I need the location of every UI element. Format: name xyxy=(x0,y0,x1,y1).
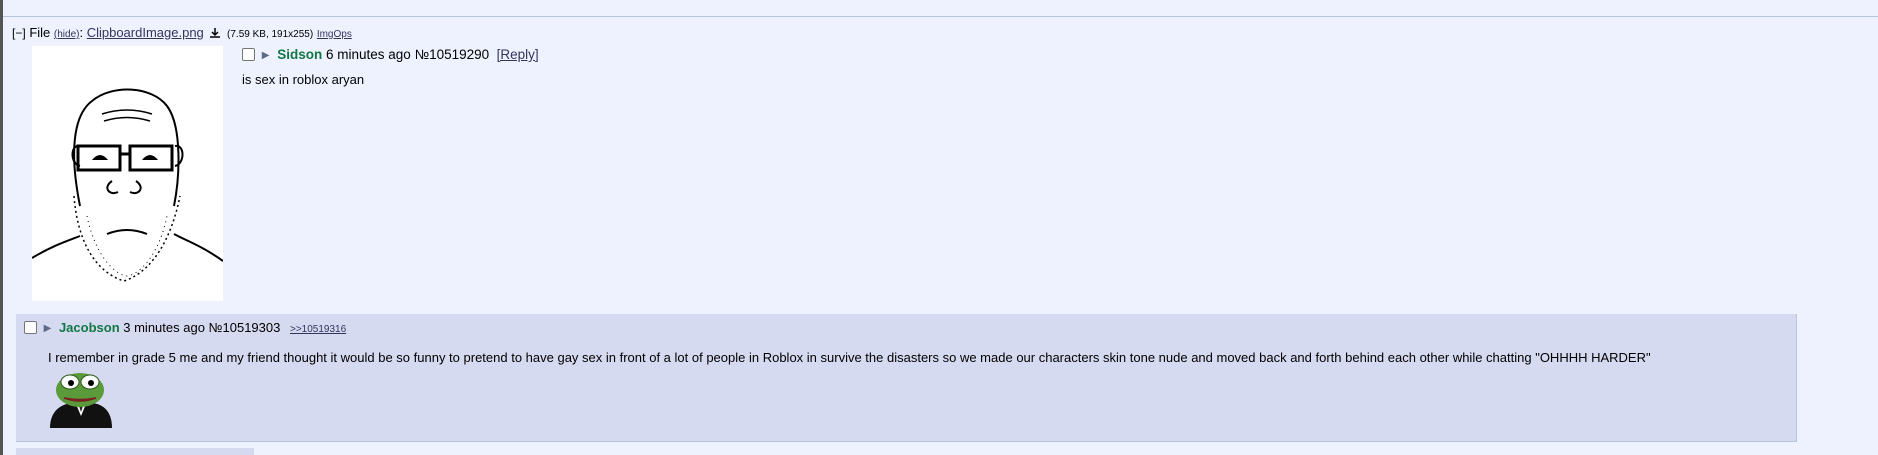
file-name-link[interactable]: ClipboardImage.png xyxy=(87,25,204,40)
hide-link[interactable]: (hide) xyxy=(54,29,80,40)
download-icon[interactable] xyxy=(209,27,221,42)
reply-post-number[interactable]: №10519303 xyxy=(209,320,281,335)
op-post-body: is sex in roblox aryan xyxy=(242,72,365,87)
imgops-link[interactable]: ImgOps xyxy=(317,29,352,40)
op-reply-link[interactable]: [Reply] xyxy=(497,47,539,62)
op-post-header: ▶ Sidson 6 minutes ago №10519290 [Reply] xyxy=(242,47,539,62)
post-menu-triangle-icon[interactable]: ▶ xyxy=(44,323,52,334)
next-reply-post xyxy=(16,448,254,455)
op-post-number[interactable]: №10519290 xyxy=(415,47,490,62)
reply-post-checkbox[interactable] xyxy=(24,321,37,334)
op-post-checkbox[interactable] xyxy=(242,48,255,61)
collapse-toggle[interactable]: [−] xyxy=(12,26,26,40)
file-meta: (7.59 KB, 191x255) xyxy=(227,29,314,40)
reply-poster-name: Jacobson xyxy=(58,320,120,335)
window-left-edge xyxy=(0,0,3,455)
op-image-soyjak[interactable] xyxy=(31,46,224,301)
op-poster-name: Sidson xyxy=(277,47,323,62)
post-menu-triangle-icon[interactable]: ▶ xyxy=(262,50,270,61)
reply-post-body: I remember in grade 5 me and my friend t… xyxy=(48,350,1651,365)
thread-divider xyxy=(3,16,1878,17)
reply-post: ▶ Jacobson 3 minutes ago №10519303 >>105… xyxy=(16,314,1797,442)
op-file-info: [−] File (hide): ClipboardImage.png (7.5… xyxy=(12,25,352,42)
reply-post-time: 3 minutes ago xyxy=(123,320,205,335)
op-post-time: 6 minutes ago xyxy=(326,47,411,62)
reply-image-pepe[interactable] xyxy=(48,368,113,428)
backlink[interactable]: >>10519316 xyxy=(290,324,346,335)
file-label: File xyxy=(29,25,51,40)
reply-post-header: ▶ Jacobson 3 minutes ago №10519303 >>105… xyxy=(24,320,346,335)
